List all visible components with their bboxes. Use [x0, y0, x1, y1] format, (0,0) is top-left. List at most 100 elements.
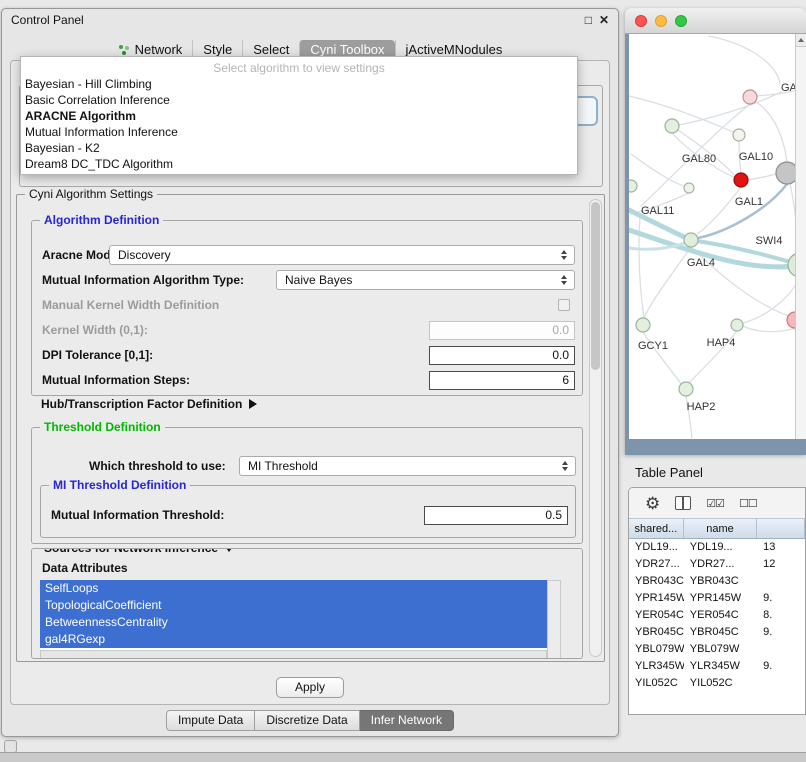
- table-row[interactable]: YLR345WYLR345W9.: [629, 658, 805, 675]
- network-node[interactable]: [629, 180, 637, 192]
- network-edge: [698, 184, 787, 238]
- scroll-up-arrow[interactable]: [796, 34, 806, 47]
- table-panel: ⚙ ☑☑ ☐☐ shared...name YDL19...YDL19...13…: [628, 487, 806, 715]
- node-label: HAP4: [707, 337, 736, 349]
- table-cell: YDR27...: [629, 556, 684, 573]
- attribute-list-vertical-scrollbar[interactable]: [547, 580, 561, 659]
- combo-arrows-icon: [558, 275, 570, 285]
- tab-impute-data[interactable]: Impute Data: [166, 710, 255, 731]
- attribute-item[interactable]: TopologicalCoefficient: [40, 597, 547, 614]
- float-window-button[interactable]: □: [585, 13, 592, 27]
- window-title: Control Panel: [11, 13, 84, 27]
- network-edge: [697, 187, 741, 234]
- attribute-list[interactable]: SelfLoopsTopologicalCoefficientBetweenne…: [40, 580, 547, 659]
- zoom-traffic-light[interactable]: [675, 15, 687, 27]
- column-header[interactable]: shared...: [629, 519, 684, 538]
- node-label: SWI4: [756, 235, 783, 247]
- aracne-mode-value: Discovery: [118, 248, 558, 262]
- table-row[interactable]: YER054CYER054C8.: [629, 607, 805, 624]
- mi-threshold-input[interactable]: 0.5: [424, 506, 568, 525]
- table-cell: YDL19...: [684, 539, 757, 556]
- column-header[interactable]: name: [684, 519, 758, 538]
- algorithm-option[interactable]: Dream8 DC_TDC Algorithm: [21, 156, 577, 172]
- column-header[interactable]: [757, 519, 805, 538]
- attribute-item[interactable]: BetweennessCentrality: [40, 614, 547, 631]
- tab-label: Network: [135, 42, 183, 57]
- node-label: GAL80: [682, 153, 716, 165]
- network-view-window: GAL8GAL80GAL10GAL11GAL1SWI4GAL4GCY1HAP4H…: [625, 8, 806, 455]
- network-node[interactable]: [636, 318, 650, 332]
- network-edge: [709, 36, 780, 84]
- table-cell: YBR045C: [684, 624, 757, 641]
- network-vertical-scrollbar[interactable]: [795, 34, 806, 439]
- table-row[interactable]: YDR27...YDR27...12: [629, 556, 805, 573]
- apply-button[interactable]: Apply: [276, 677, 344, 698]
- table-cell: YPR145W: [629, 590, 684, 607]
- table-cell: [757, 641, 805, 658]
- network-edge: [631, 154, 684, 186]
- threshold-definition-group: Threshold Definition Which threshold to …: [31, 427, 583, 544]
- scrollbar-thumb[interactable]: [591, 202, 600, 370]
- columns-icon[interactable]: [675, 496, 691, 510]
- manual-kernel-width-label: Manual Kernel Width Definition: [42, 295, 219, 315]
- network-node[interactable]: [684, 233, 698, 247]
- algorithm-option[interactable]: ARACNE Algorithm: [21, 108, 577, 124]
- network-node[interactable]: [684, 183, 694, 193]
- kernel-width-input[interactable]: 0.0: [429, 321, 575, 340]
- network-node[interactable]: [734, 173, 748, 187]
- network-canvas[interactable]: GAL8GAL80GAL10GAL11GAL1SWI4GAL4GCY1HAP4H…: [629, 34, 806, 439]
- table-cell: YBR043C: [629, 573, 684, 590]
- network-edge: [748, 174, 776, 180]
- attribute-item[interactable]: SelfLoops: [40, 580, 547, 597]
- minimize-traffic-light[interactable]: [655, 15, 667, 27]
- algorithm-definition-group: Algorithm Definition Aracne Mode: Discov…: [31, 220, 583, 396]
- network-node[interactable]: [743, 90, 757, 104]
- hub-tf-definition-expander[interactable]: Hub/Transcription Factor Definition: [41, 397, 257, 411]
- algorithm-option[interactable]: Bayesian - Hill Climbing: [21, 76, 577, 92]
- network-window-titlebar: [625, 8, 806, 34]
- tab-discretize-data[interactable]: Discretize Data: [255, 710, 359, 731]
- algorithm-option[interactable]: Mutual Information Inference: [21, 124, 577, 140]
- table-row[interactable]: YBL079WYBL079W: [629, 641, 805, 658]
- bottom-tab-bar: Impute DataDiscretize DataInfer Network: [11, 710, 609, 731]
- gear-icon[interactable]: ⚙: [645, 495, 660, 512]
- attribute-list-horizontal-scrollbar[interactable]: [40, 650, 547, 659]
- unselect-all-checks-icon[interactable]: ☐☐: [739, 497, 757, 510]
- node-label: GAL1: [735, 196, 763, 208]
- tab-infer-network[interactable]: Infer Network: [360, 710, 454, 731]
- network-node[interactable]: [731, 319, 743, 331]
- dpi-tolerance-label: DPI Tolerance [0,1]:: [42, 345, 153, 365]
- algorithm-option[interactable]: Bayesian - K2: [21, 140, 577, 156]
- node-label: GAL10: [739, 151, 773, 163]
- table-row[interactable]: YBR043CYBR043C: [629, 573, 805, 590]
- combo-arrows-icon: [558, 250, 570, 260]
- network-node[interactable]: [733, 129, 745, 141]
- mi-steps-label: Mutual Information Steps:: [42, 370, 190, 390]
- which-threshold-select[interactable]: MI Threshold: [239, 456, 576, 476]
- sources-group-title[interactable]: Sources for Network Inference: [40, 548, 238, 555]
- algorithm-option[interactable]: Basic Correlation Inference: [21, 92, 577, 108]
- settings-scrollbar[interactable]: [589, 199, 602, 657]
- tab-label: Style: [203, 42, 232, 57]
- mi-threshold-definition-group: MI Threshold Definition Mutual Informati…: [40, 485, 576, 538]
- table-row[interactable]: YBR045CYBR045C9.: [629, 624, 805, 641]
- table-row[interactable]: YDL19...YDL19...13: [629, 539, 805, 556]
- select-all-checks-icon[interactable]: ☑☑: [706, 497, 724, 510]
- tab-label: Select: [253, 42, 289, 57]
- mi-algorithm-type-select[interactable]: Naive Bayes: [276, 270, 575, 290]
- table-cell: 9.: [757, 590, 805, 607]
- threshold-definition-title: Threshold Definition: [40, 420, 165, 434]
- table-row[interactable]: YIL052CYIL052C: [629, 675, 805, 692]
- close-window-button[interactable]: ✕: [599, 13, 609, 27]
- attribute-item[interactable]: gal4RGexp: [40, 631, 547, 648]
- table-row[interactable]: YPR145WYPR145W9.: [629, 590, 805, 607]
- aracne-mode-select[interactable]: Discovery: [109, 245, 575, 265]
- cyni-algorithm-settings-group: Cyni Algorithm Settings Algorithm Defini…: [16, 194, 605, 662]
- dpi-tolerance-input[interactable]: 0.0: [429, 346, 575, 365]
- network-node[interactable]: [679, 382, 693, 396]
- manual-kernel-width-checkbox[interactable]: [558, 299, 570, 311]
- network-node[interactable]: [665, 119, 679, 133]
- table-cell: YIL052C: [629, 675, 684, 692]
- close-traffic-light[interactable]: [635, 15, 647, 27]
- mi-steps-input[interactable]: 6: [429, 371, 575, 390]
